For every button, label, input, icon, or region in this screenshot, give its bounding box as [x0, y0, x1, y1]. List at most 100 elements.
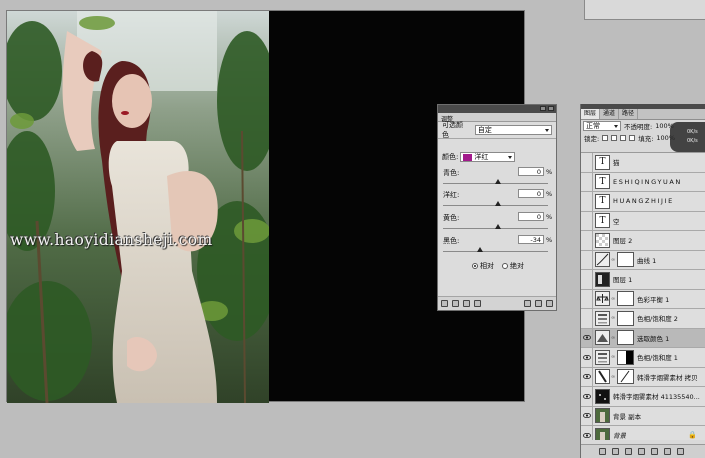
mask-link-icon[interactable]: ∞: [611, 296, 616, 302]
eye-hidden-icon[interactable]: [581, 172, 593, 192]
add-mask-icon[interactable]: [625, 448, 632, 455]
yellow-slider-handle[interactable]: [495, 224, 501, 229]
expand-icon[interactable]: [452, 300, 459, 307]
minimize-icon[interactable]: [540, 106, 546, 111]
eye-hidden-icon[interactable]: [581, 269, 593, 289]
black-slider-handle[interactable]: [477, 247, 483, 252]
eye-hidden-icon[interactable]: [581, 211, 593, 231]
layer-row[interactable]: 图层 2: [581, 230, 705, 251]
eye-icon[interactable]: [581, 386, 593, 406]
layer-row[interactable]: ∞ 色相/饱和度 1: [581, 347, 705, 368]
layer-thumbnail: [595, 349, 610, 365]
eye-icon[interactable]: [581, 425, 593, 440]
lock-all-icon[interactable]: [629, 135, 636, 141]
black-slider-track[interactable]: [443, 251, 548, 252]
layer-row[interactable]: ∞ 曲线 1: [581, 250, 705, 270]
layer-mask-thumbnail[interactable]: [617, 310, 634, 326]
layer-thumbnail: [595, 310, 610, 326]
blend-mode-select[interactable]: 正常: [583, 121, 621, 131]
link-layers-icon[interactable]: [599, 448, 606, 455]
layer-row[interactable]: 背景 🔒: [581, 425, 705, 440]
eye-hidden-icon[interactable]: [581, 191, 593, 211]
eye-icon[interactable]: [581, 367, 593, 387]
eye-hidden-icon[interactable]: [581, 250, 593, 270]
trash-icon[interactable]: [677, 448, 684, 455]
layer-mask-thumbnail[interactable]: [617, 369, 634, 385]
magenta-slider-handle[interactable]: [495, 201, 501, 206]
layer-mask-thumbnail[interactable]: [617, 330, 634, 346]
mask-link-icon[interactable]: ∞: [611, 257, 616, 263]
method-relative-radio[interactable]: 相对: [472, 261, 494, 271]
layer-thumbnail: [595, 330, 610, 346]
magenta-value-field[interactable]: 0: [518, 189, 544, 198]
layer-row[interactable]: 韩滑字烟雾素材 41135540...: [581, 386, 705, 407]
layer-row[interactable]: T HUANGZHIJIE: [581, 191, 705, 212]
eye-icon[interactable]: [581, 347, 593, 367]
new-adjustment-icon[interactable]: [638, 448, 645, 455]
adjustments-toolbar: [438, 296, 556, 310]
black-value-field[interactable]: -34: [518, 235, 544, 244]
layer-row[interactable]: ∞ 色彩平衡 1: [581, 289, 705, 309]
layer-row[interactable]: ∞ 选取颜色 1: [581, 328, 705, 348]
visibility-icon[interactable]: [474, 300, 481, 307]
layer-name: 图层 2: [613, 237, 633, 246]
layer-row[interactable]: ∞ 色相/饱和度 2: [581, 308, 705, 329]
layer-row[interactable]: 图层 1: [581, 269, 705, 290]
layer-name: 图层 1: [613, 276, 633, 285]
cyan-slider-handle[interactable]: [495, 179, 501, 184]
cyan-value-field[interactable]: 0: [518, 167, 544, 176]
delete-icon[interactable]: [546, 300, 553, 307]
mask-link-icon[interactable]: ∞: [611, 374, 616, 380]
mask-link-icon[interactable]: ∞: [611, 354, 616, 360]
colors-select[interactable]: 洋红: [460, 152, 516, 162]
layer-mask-thumbnail[interactable]: [617, 291, 634, 307]
tab-layers[interactable]: 图层: [581, 109, 601, 119]
layer-name: 猫: [613, 159, 622, 168]
layer-row[interactable]: T ESHIQINGYUAN: [581, 172, 705, 192]
layer-row[interactable]: T空: [581, 211, 705, 231]
tab-paths[interactable]: 路径: [619, 109, 639, 119]
back-icon[interactable]: [441, 300, 448, 307]
layers-list: T 猫 T ESHIQINGYUAN T HUANGZHIJIE T 空图层 2 ∞ 曲线 1 图层…: [581, 152, 705, 440]
tab-channels[interactable]: 通道: [600, 109, 620, 119]
magenta-unit: %: [546, 190, 553, 198]
magenta-label: 洋红:: [443, 191, 460, 199]
lock-position-icon[interactable]: [620, 135, 627, 141]
new-group-icon[interactable]: [651, 448, 658, 455]
chevron-down-icon: [545, 129, 549, 132]
layers-panel[interactable]: 图层 通道 路径 正常 不透明度: 100% 锁定: 填充: 100% T猫TE…: [580, 104, 705, 458]
layer-row[interactable]: ∞ 韩滑字烟雾素材 拷贝: [581, 367, 705, 387]
mask-link-icon[interactable]: ∞: [611, 315, 616, 321]
method-absolute-radio[interactable]: 绝对: [502, 261, 524, 271]
eye-icon[interactable]: [581, 406, 593, 426]
layer-mask-thumbnail[interactable]: [617, 349, 634, 365]
layer-thumbnail: [595, 252, 610, 268]
layer-row[interactable]: 背景 副本: [581, 406, 705, 426]
adjustments-panel[interactable]: 调整 可选颜色 自定 颜色: 洋红 青色: 0 % 洋红: 0 % 黄色: 0 …: [437, 104, 557, 311]
colors-label: 颜色:: [442, 153, 459, 161]
reset-icon[interactable]: [535, 300, 542, 307]
clip-icon[interactable]: [463, 300, 470, 307]
lock-transparency-icon[interactable]: [602, 135, 609, 141]
eye-hidden-icon[interactable]: [581, 308, 593, 328]
preset-select[interactable]: 自定: [474, 125, 552, 135]
eye-hidden-icon[interactable]: [581, 230, 593, 250]
lock-pixels-icon[interactable]: [611, 135, 618, 141]
top-panel-collapsed[interactable]: [584, 0, 705, 20]
radio-unchecked-icon: [502, 263, 508, 269]
layer-mask-thumbnail[interactable]: [617, 252, 634, 268]
close-icon[interactable]: [548, 106, 554, 111]
adjustments-titlebar[interactable]: [438, 105, 556, 113]
eye-hidden-icon[interactable]: [581, 153, 593, 172]
eye-hidden-icon[interactable]: [581, 289, 593, 309]
layers-toolbar: [581, 444, 705, 458]
new-layer-icon[interactable]: [664, 448, 671, 455]
opacity-label: 不透明度:: [624, 123, 653, 131]
layer-style-icon[interactable]: [612, 448, 619, 455]
yellow-value-field[interactable]: 0: [518, 212, 544, 221]
layer-row[interactable]: T猫: [581, 153, 705, 173]
previous-state-icon[interactable]: [524, 300, 531, 307]
eye-icon[interactable]: [581, 328, 593, 348]
mask-link-icon[interactable]: ∞: [611, 335, 616, 341]
layer-name: 背景 副本: [613, 412, 642, 421]
